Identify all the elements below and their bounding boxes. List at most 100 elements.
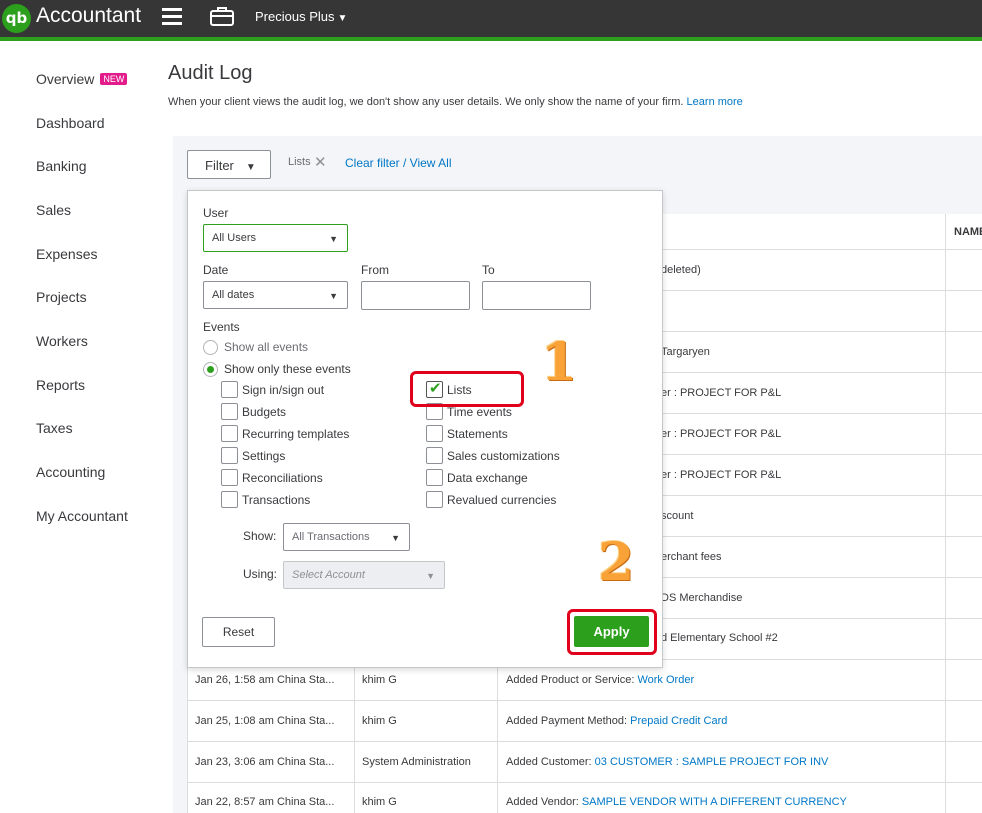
sidebar-item-overview[interactable]: Overview NEW	[36, 71, 128, 87]
checkbox-label: Budgets	[242, 405, 287, 419]
table-row-event-link[interactable]: erchant fees	[661, 551, 722, 563]
sidebar-item-dashboard[interactable]: Dashboard	[36, 115, 105, 131]
event-text: Added Product or Service:	[506, 674, 638, 686]
filter-button[interactable]: Filter ▼	[187, 150, 271, 179]
table-row-event-link[interactable]: scount	[661, 510, 693, 522]
app-title: Accountant	[36, 4, 142, 27]
new-badge: NEW	[100, 73, 128, 85]
table-divider	[187, 741, 982, 742]
sidebar-item-sales[interactable]: Sales	[36, 202, 71, 218]
table-row-event-link[interactable]: d Elementary School #2	[661, 632, 778, 644]
company-switcher[interactable]: Precious Plus ▼	[255, 9, 347, 24]
event-link[interactable]: Work Order	[637, 674, 694, 686]
chevron-down-icon: ▼	[329, 291, 338, 301]
from-label: From	[361, 263, 389, 277]
checkbox-label: Data exchange	[447, 471, 528, 485]
table-column-divider	[354, 659, 355, 813]
radio-show-only-label: Show only these events	[224, 362, 351, 376]
sidebar-item-accounting[interactable]: Accounting	[36, 464, 105, 480]
sidebar-item-workers[interactable]: Workers	[36, 333, 88, 349]
table-row-event-link[interactable]: Targaryen	[661, 346, 710, 358]
event-text: Added Payment Method:	[506, 715, 631, 727]
table-cell-user: System Administration	[362, 756, 471, 768]
event-link[interactable]: 03 CUSTOMER : SAMPLE PROJECT FOR INV	[595, 756, 829, 768]
step-number-1: 1	[541, 332, 578, 393]
table-cell-event: Added Product or Service: Work Order	[506, 674, 694, 686]
table-cell-event: Added Vendor: SAMPLE VENDOR WITH A DIFFE…	[506, 796, 847, 808]
table-divider	[187, 782, 982, 783]
table-column-divider	[187, 659, 188, 813]
checkbox-label: Revalued currencies	[447, 493, 557, 507]
checkbox-statements[interactable]	[426, 425, 443, 442]
description-text: When your client views the audit log, we…	[168, 96, 684, 108]
highlight-box-lists	[410, 371, 524, 407]
event-link[interactable]: SAMPLE VENDOR WITH A DIFFERENT CURRENCY	[582, 796, 847, 808]
checkbox-label: Statements	[447, 427, 508, 441]
table-row-event-link[interactable]: DS Merchandise	[661, 592, 742, 604]
radio-show-only-events[interactable]	[203, 362, 218, 377]
table-cell-user: khim G	[362, 796, 397, 808]
table-cell-event: Added Customer: 03 CUSTOMER : SAMPLE PRO…	[506, 756, 828, 768]
table-row-event-link[interactable]: er : PROJECT FOR P&L	[661, 469, 781, 481]
checkbox-sales-customizations[interactable]	[426, 447, 443, 464]
radio-show-all-label: Show all events	[224, 340, 309, 354]
to-label: To	[482, 263, 495, 277]
sidebar-item-my-accountant[interactable]: My Accountant	[36, 508, 128, 524]
table-cell-user: khim G	[362, 715, 397, 727]
user-select[interactable]: All Users ▼	[203, 224, 348, 252]
step-number-2: 2	[598, 532, 635, 593]
reset-button[interactable]: Reset	[202, 617, 275, 647]
sidebar-item-taxes[interactable]: Taxes	[36, 420, 73, 436]
column-header-name: NAME	[954, 226, 982, 238]
checkbox-budgets[interactable]	[221, 403, 238, 420]
checkbox-sign-in-out[interactable]	[221, 381, 238, 398]
event-text: Added Vendor:	[506, 796, 582, 808]
checkbox-settings[interactable]	[221, 447, 238, 464]
table-column-divider	[945, 214, 946, 813]
sidebar-item-banking[interactable]: Banking	[36, 158, 87, 174]
page-description: When your client views the audit log, we…	[168, 96, 743, 108]
table-cell-date: Jan 25, 1:08 am China Sta...	[195, 715, 335, 727]
checkbox-label: Settings	[242, 449, 286, 463]
date-select[interactable]: All dates ▼	[203, 281, 348, 309]
learn-more-link[interactable]: Learn more	[687, 96, 743, 108]
close-icon[interactable]: ✕	[314, 153, 327, 171]
user-label: User	[203, 206, 229, 220]
using-select-placeholder: Select Account	[292, 569, 365, 581]
sidebar-item-reports[interactable]: Reports	[36, 377, 85, 393]
sidebar-item-expenses[interactable]: Expenses	[36, 246, 97, 262]
checkbox-label: Reconciliations	[242, 471, 323, 485]
show-label: Show:	[243, 529, 277, 543]
event-link[interactable]: Prepaid Credit Card	[630, 715, 727, 727]
caret-down-icon: ▼	[245, 162, 256, 173]
to-date-input[interactable]	[482, 281, 591, 310]
checkbox-reconciliations[interactable]	[221, 469, 238, 486]
table-row-event-link[interactable]: er : PROJECT FOR P&L	[661, 428, 781, 440]
sidebar-item-projects[interactable]: Projects	[36, 289, 87, 305]
table-cell-date: Jan 22, 8:57 am China Sta...	[195, 796, 335, 808]
briefcase-icon[interactable]	[210, 5, 234, 32]
clear-filter-link[interactable]: Clear filter / View All	[345, 156, 451, 170]
checkbox-data-exchange[interactable]	[426, 469, 443, 486]
sidebar-item-label: Overview	[36, 71, 95, 87]
chevron-down-icon: ▼	[329, 234, 338, 244]
company-name: Precious Plus	[255, 9, 335, 24]
checkbox-label: Sales customizations	[447, 449, 560, 463]
highlight-box-apply	[567, 609, 657, 655]
filter-chip-lists: Lists	[288, 156, 311, 168]
checkbox-recurring-templates[interactable]	[221, 425, 238, 442]
using-select[interactable]: Select Account ▼	[283, 561, 445, 589]
checkbox-revalued-currencies[interactable]	[426, 491, 443, 508]
quickbooks-logo[interactable]: qb	[2, 4, 31, 33]
show-select[interactable]: All Transactions ▼	[283, 523, 410, 551]
hamburger-menu-icon[interactable]	[162, 8, 182, 26]
table-row-event-link[interactable]: er : PROJECT FOR P&L	[661, 387, 781, 399]
using-label: Using:	[243, 567, 278, 581]
chevron-down-icon: ▼	[391, 533, 400, 543]
table-divider	[187, 700, 982, 701]
checkbox-transactions[interactable]	[221, 491, 238, 508]
table-cell-user: khim G	[362, 674, 397, 686]
from-date-input[interactable]	[361, 281, 470, 310]
radio-show-all-events[interactable]	[203, 340, 218, 355]
table-row-event-link[interactable]: deleted)	[661, 264, 701, 276]
